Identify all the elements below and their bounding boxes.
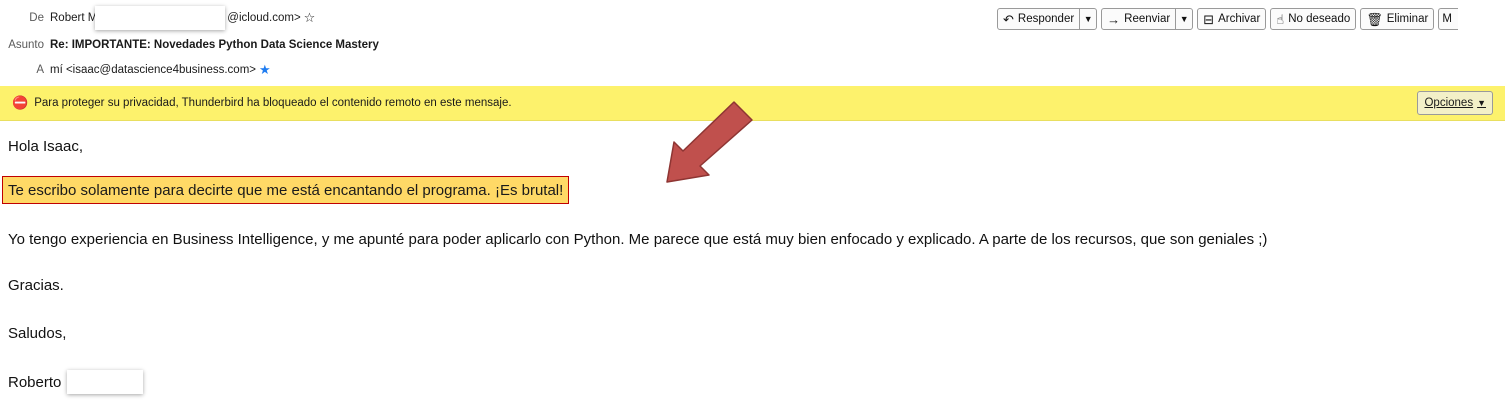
notice-text: Para proteger su privacidad, Thunderbird… bbox=[34, 97, 512, 109]
forward-button[interactable]: → Reenviar bbox=[1102, 9, 1175, 29]
chevron-down-icon: ▼ bbox=[1477, 98, 1486, 108]
star-filled-icon[interactable]: ★ bbox=[259, 62, 271, 78]
highlighted-sentence: Te escribo solamente para decirte que me… bbox=[2, 176, 570, 204]
reply-label: Responder bbox=[1017, 13, 1075, 25]
message-toolbar: ↶ Responder ▼ → Reenviar ▼ ⊟ Archivar ☝ … bbox=[997, 8, 1459, 30]
from-row: De Robert M @icloud.com> ☆ bbox=[0, 6, 315, 30]
chevron-down-icon: ▼ bbox=[1179, 14, 1189, 24]
signature-name: Roberto bbox=[8, 373, 62, 391]
redacted-email bbox=[95, 6, 226, 30]
thanks-line: Gracias. bbox=[8, 277, 64, 294]
more-button[interactable]: M bbox=[1438, 8, 1459, 30]
options-button[interactable]: Opciones ▼ bbox=[1417, 91, 1493, 115]
closing-line: Saludos, bbox=[8, 325, 67, 342]
remote-content-blocked-icon: ⛔ bbox=[12, 95, 29, 110]
archive-icon: ⊟ bbox=[1203, 11, 1215, 27]
from-label: De bbox=[29, 12, 44, 24]
delete-label: Eliminar bbox=[1386, 13, 1429, 25]
subject-value: Re: IMPORTANTE: Novedades Python Data Sc… bbox=[50, 39, 379, 51]
archive-label: Archivar bbox=[1218, 13, 1261, 25]
more-label: M bbox=[1442, 13, 1452, 25]
reply-button[interactable]: ↶ Responder bbox=[998, 9, 1079, 29]
message-header: De Robert M @icloud.com> ☆ Asunto Re: IM… bbox=[0, 0, 1505, 86]
archive-button[interactable]: ⊟ Archivar bbox=[1197, 8, 1267, 30]
forward-icon: → bbox=[1107, 11, 1121, 27]
delete-button[interactable]: 🗑 Eliminar bbox=[1360, 8, 1435, 30]
trash-icon: 🗑 bbox=[1366, 11, 1383, 27]
reply-icon: ↶ bbox=[1003, 11, 1014, 27]
junk-icon: ☝ bbox=[1276, 11, 1285, 27]
annotation-arrow-icon bbox=[666, 101, 753, 183]
to-row: A mí <isaac@datascience4business.com> ★ bbox=[0, 59, 271, 81]
forward-label: Reenviar bbox=[1124, 13, 1171, 25]
options-label: Opciones bbox=[1424, 97, 1474, 109]
highlight-text: Te escribo solamente para decirte que me… bbox=[8, 181, 564, 199]
to-value[interactable]: mí <isaac@datascience4business.com> ★ bbox=[50, 62, 271, 78]
greeting: Hola Isaac, bbox=[8, 138, 84, 155]
from-name: Robert M bbox=[50, 12, 98, 24]
forward-split-button: → Reenviar ▼ bbox=[1101, 8, 1194, 30]
to-label: A bbox=[36, 64, 44, 76]
from-value[interactable]: Robert M @icloud.com> ☆ bbox=[50, 6, 315, 30]
subject-row: Asunto Re: IMPORTANTE: Novedades Python … bbox=[0, 34, 379, 56]
junk-button[interactable]: ☝ No deseado bbox=[1270, 8, 1357, 30]
to-address: mí <isaac@datascience4business.com> bbox=[50, 64, 257, 76]
body-paragraph: Yo tengo experiencia en Business Intelli… bbox=[8, 231, 1268, 248]
reply-dropdown[interactable]: ▼ bbox=[1079, 9, 1096, 29]
from-domain: @icloud.com> bbox=[227, 12, 301, 24]
chevron-down-icon: ▼ bbox=[1083, 14, 1093, 24]
forward-dropdown[interactable]: ▼ bbox=[1175, 9, 1192, 29]
signature-line: Roberto bbox=[8, 370, 144, 394]
reply-split-button: ↶ Responder ▼ bbox=[997, 8, 1098, 30]
star-outline-icon[interactable]: ☆ bbox=[304, 10, 316, 26]
redacted-surname bbox=[67, 370, 144, 394]
subject-label: Asunto bbox=[8, 39, 44, 51]
junk-label: No deseado bbox=[1288, 13, 1351, 25]
